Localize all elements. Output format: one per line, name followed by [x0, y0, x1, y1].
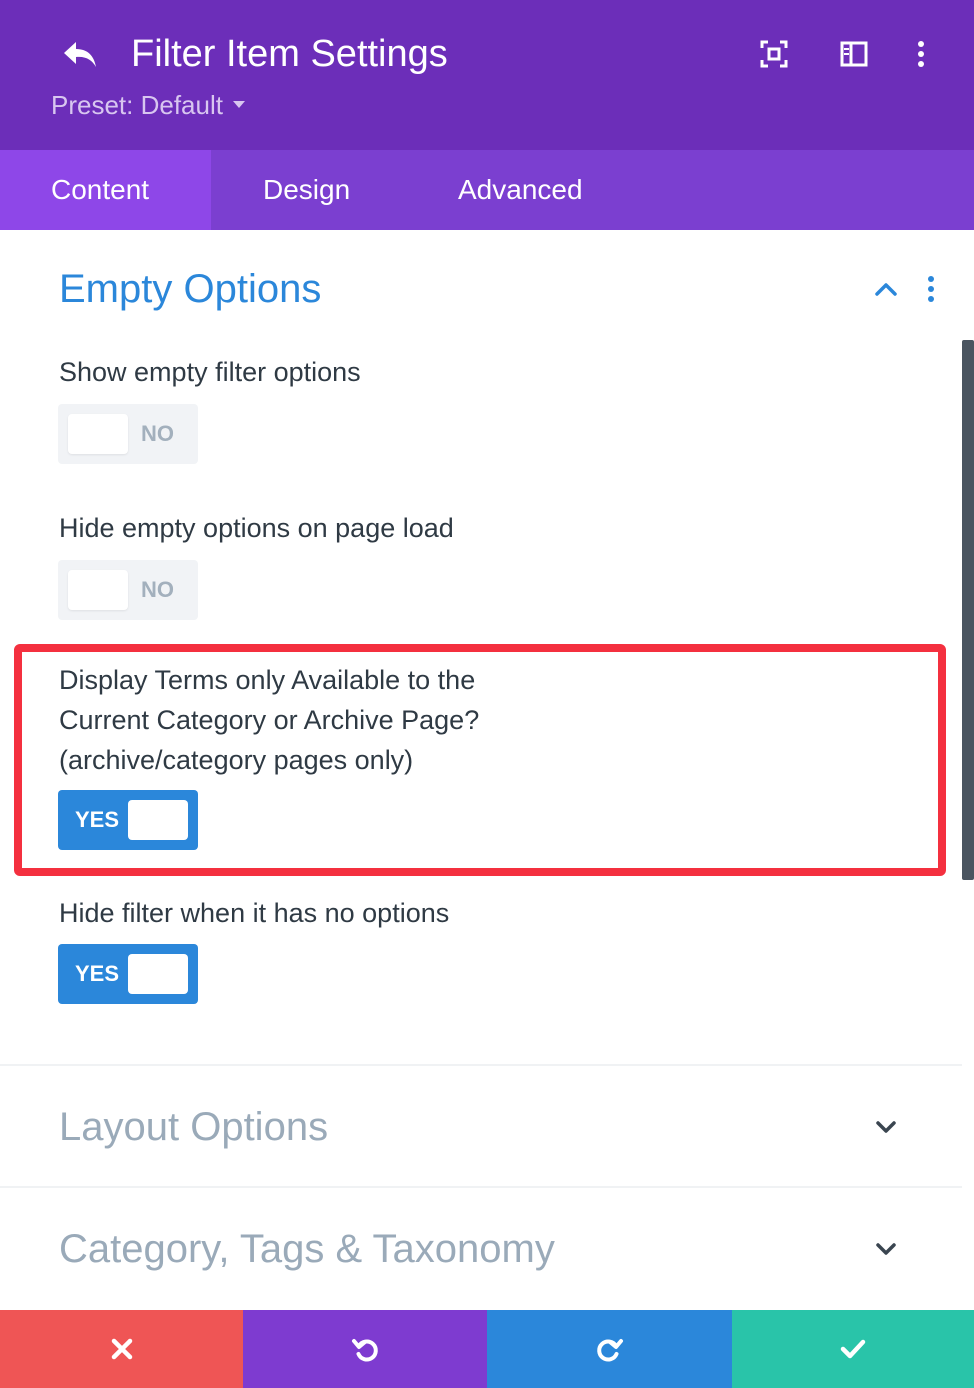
redo-button[interactable] [487, 1310, 732, 1388]
back-button[interactable] [58, 34, 102, 74]
undo-icon [352, 1339, 378, 1362]
section-title-taxonomy[interactable]: Category, Tags & Taxonomy [59, 1224, 555, 1274]
section-title-layout-options[interactable]: Layout Options [59, 1102, 328, 1152]
tab-bar: Content Design Advanced [0, 150, 974, 230]
tab-advanced[interactable]: Advanced [406, 150, 974, 230]
page-title: Filter Item Settings [131, 33, 448, 75]
toggle-hide-empty-on-load[interactable]: NO [58, 560, 198, 620]
section-menu-icon[interactable] [923, 272, 939, 306]
settings-content: Empty Options Show empty filter options … [0, 230, 974, 1310]
save-button[interactable] [732, 1310, 974, 1388]
chevron-up-icon[interactable] [871, 274, 901, 304]
sidebar-toggle-button[interactable] [836, 36, 872, 72]
focus-icon [760, 40, 788, 68]
check-icon [840, 1339, 866, 1359]
undo-button[interactable] [243, 1310, 487, 1388]
field-label-show-empty: Show empty filter options [59, 357, 361, 387]
sidebar-layout-icon [840, 41, 868, 67]
redo-icon [596, 1339, 623, 1362]
chevron-down-icon[interactable] [871, 1234, 901, 1264]
section-divider [0, 1186, 962, 1188]
toggle-knob [68, 570, 128, 610]
tab-design[interactable]: Design [211, 150, 406, 230]
action-footer [0, 1310, 974, 1388]
field-label-line: Current Category or Archive Page? [59, 705, 480, 735]
toggle-state-label: NO [141, 421, 174, 446]
toggle-state-label: YES [75, 961, 120, 986]
field-label-line: (archive/category pages only) [59, 745, 414, 775]
section-divider [0, 1064, 962, 1066]
scrollbar[interactable] [962, 340, 974, 880]
preset-label: Preset: Default [51, 90, 223, 120]
toggle-display-terms[interactable]: YES [58, 790, 198, 850]
chevron-down-icon[interactable] [871, 1112, 901, 1142]
toggle-hide-filter[interactable]: YES [58, 944, 198, 1004]
focus-mode-button[interactable] [756, 36, 792, 72]
toggle-state-label: NO [141, 577, 174, 602]
field-label-display-terms: Display Terms only Available to the Curr… [59, 660, 479, 780]
field-label-hide-empty-on-load: Hide empty options on page load [59, 513, 454, 543]
cancel-button[interactable] [0, 1310, 243, 1388]
kebab-menu-icon [918, 41, 924, 67]
caret-down-icon [232, 100, 245, 108]
section-title-empty-options[interactable]: Empty Options [59, 264, 321, 314]
preset-dropdown[interactable]: Preset: Default [51, 88, 245, 122]
back-arrow-icon [64, 42, 96, 67]
more-options-button[interactable] [903, 36, 939, 72]
toggle-state-label: YES [75, 807, 120, 832]
toggle-knob [68, 414, 128, 454]
toggle-show-empty[interactable]: NO [58, 404, 198, 464]
settings-header: Filter Item Settings Preset: Default [0, 0, 974, 150]
toggle-knob [128, 800, 188, 840]
toggle-knob [128, 954, 188, 994]
field-label-hide-filter: Hide filter when it has no options [59, 898, 450, 928]
tab-content[interactable]: Content [0, 150, 211, 230]
close-icon [111, 1338, 132, 1360]
field-label-line: Display Terms only Available to the [59, 665, 476, 695]
